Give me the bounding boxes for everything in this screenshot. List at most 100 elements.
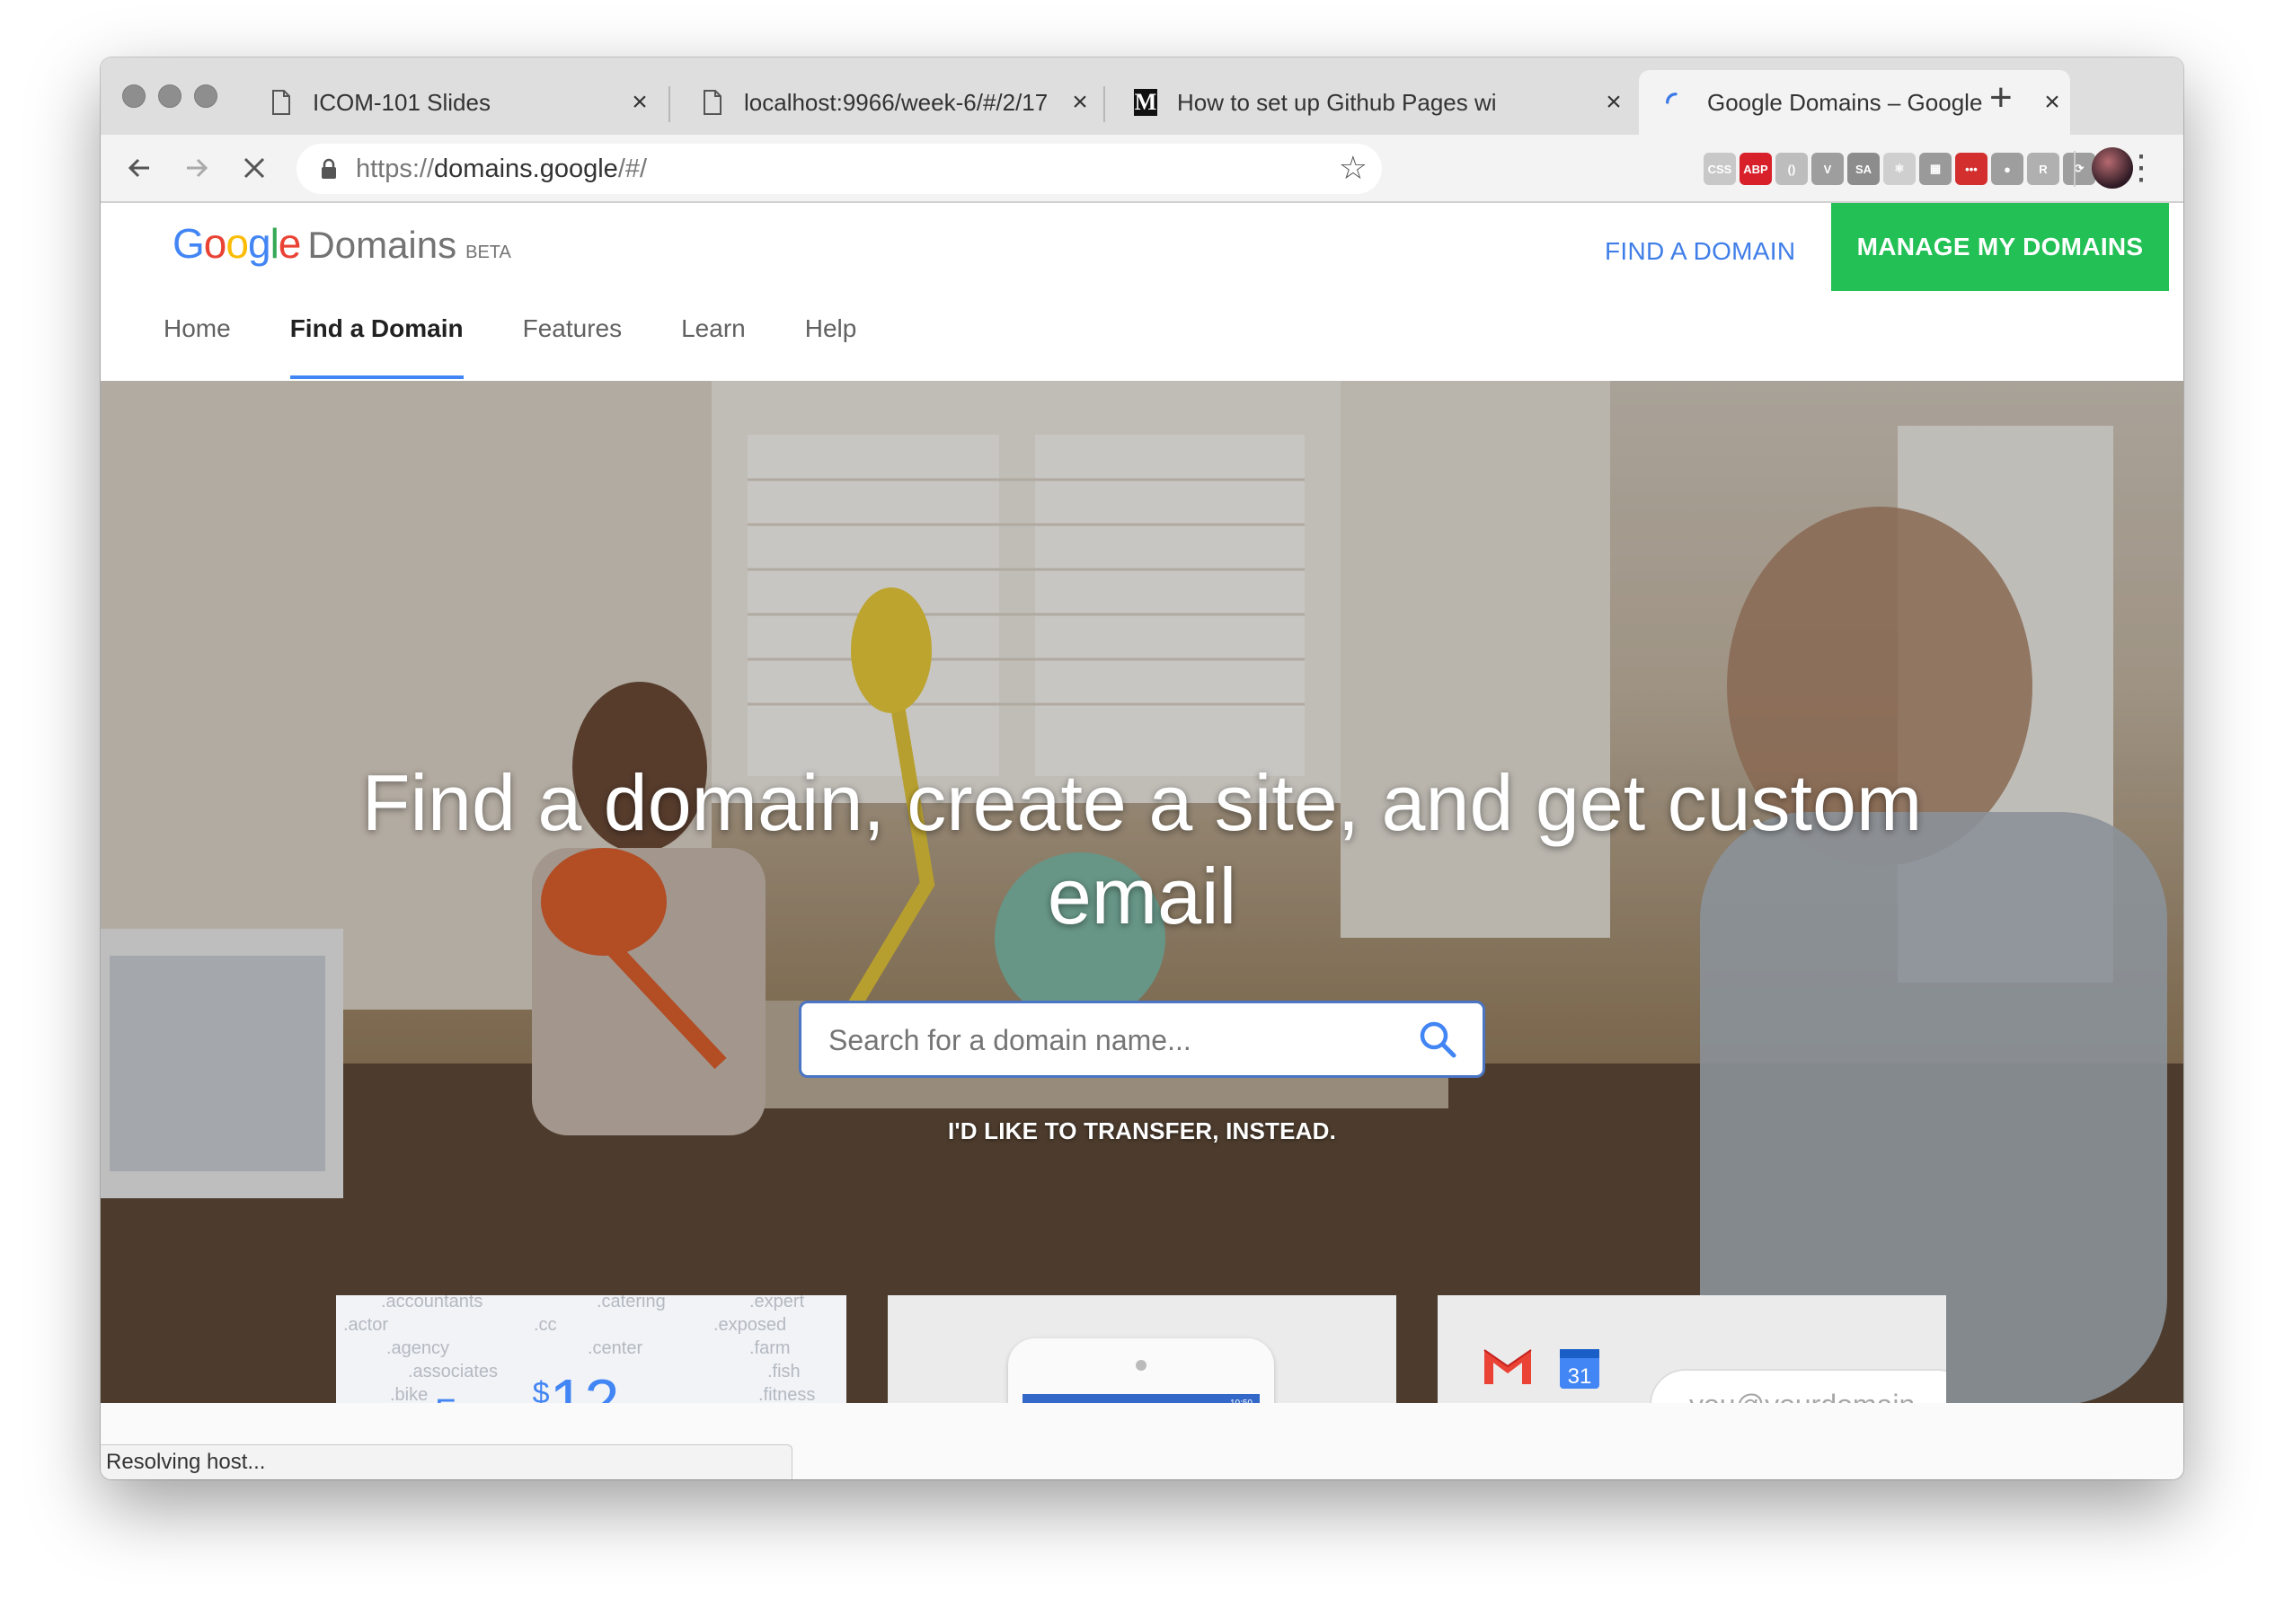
- tab-localhost[interactable]: localhost:9966/week-6/#/2/17 ×: [676, 70, 1098, 135]
- tld-label: .farm: [749, 1338, 791, 1358]
- tld-label: .accountants: [381, 1295, 483, 1311]
- tab-title: Google Domains – Google: [1707, 88, 1983, 116]
- google-logo-letter: G: [173, 220, 205, 267]
- hero-section: Find a domain, create a site, and get cu…: [101, 381, 2183, 1403]
- back-button[interactable]: [119, 147, 160, 189]
- price-period: a year: [637, 1393, 732, 1403]
- adblock-plus-icon[interactable]: ABP: [1740, 153, 1772, 185]
- lock-icon: [320, 158, 338, 184]
- tab-strip: ICOM-101 Slides × localhost:9966/week-6/…: [101, 57, 2183, 135]
- medium-letter: M: [1134, 89, 1157, 116]
- site-builder-card[interactable]: 10:50: [888, 1295, 1396, 1403]
- new-tab-button[interactable]: +: [1989, 75, 2013, 120]
- site-nav: Home Find a Domain Features Learn Help: [164, 300, 916, 381]
- browser-window: ICOM-101 Slides × localhost:9966/week-6/…: [101, 57, 2183, 1479]
- tld-label: .bike: [390, 1385, 429, 1403]
- tab-close-button[interactable]: ×: [2034, 87, 2070, 118]
- google-logo-letter: o: [203, 220, 227, 267]
- close-window-button[interactable]: [122, 84, 146, 108]
- tab-title: How to set up Github Pages wi: [1177, 88, 1497, 116]
- tab-title: ICOM-101 Slides: [313, 88, 491, 116]
- gmail-icon: [1481, 1340, 1535, 1394]
- manage-my-domains-button[interactable]: MANAGE MY DOMAINS: [1831, 203, 2169, 291]
- tab-title: localhost:9966/week-6/#/2/17: [744, 88, 1049, 116]
- page-icon: [701, 88, 724, 117]
- price-label: From $ 12 a year: [435, 1365, 732, 1403]
- tld-label: .agency: [386, 1338, 450, 1358]
- loading-spinner-icon: [1664, 88, 1687, 117]
- google-logo-letter: l: [270, 220, 279, 267]
- tld-label: .expert: [749, 1295, 805, 1311]
- code-brackets-icon[interactable]: (): [1775, 153, 1808, 185]
- browser-menu-icon[interactable]: ⋮: [2124, 147, 2158, 188]
- url-text: https://domains.google/#/: [356, 154, 647, 184]
- zoom-window-button[interactable]: [194, 84, 217, 108]
- minimize-window-button[interactable]: [158, 84, 181, 108]
- medium-icon: M: [1134, 88, 1157, 117]
- nav-home[interactable]: Home: [164, 300, 231, 381]
- logo-product-name: Domains: [307, 224, 457, 266]
- phone-camera: [1136, 1360, 1146, 1371]
- forward-button[interactable]: [176, 147, 217, 189]
- beta-badge: BETA: [465, 243, 511, 262]
- tld-label: .fish: [767, 1362, 801, 1381]
- google-logo-letter: o: [226, 220, 249, 267]
- search-icon[interactable]: [1418, 1019, 1457, 1064]
- phone-illustration: 10:50: [1008, 1338, 1274, 1403]
- tld-label: .center: [588, 1338, 643, 1358]
- email-card[interactable]: 31 you@yourdomain: [1438, 1295, 1946, 1403]
- lastpass-icon[interactable]: •••: [1955, 153, 1987, 185]
- url-scheme: https://: [356, 154, 435, 183]
- nav-help[interactable]: Help: [805, 300, 857, 381]
- sync-icon[interactable]: ⟳: [2063, 153, 2095, 185]
- url-path: /#/: [617, 154, 648, 183]
- phone-status-bar: 10:50: [1022, 1394, 1260, 1403]
- google-logo-letter: g: [247, 220, 271, 267]
- calendar-icon: 31: [1553, 1342, 1607, 1396]
- tld-label: .fitness: [758, 1385, 816, 1403]
- tld-label: .actor: [343, 1315, 389, 1335]
- extension-r-icon[interactable]: R: [2027, 153, 2059, 185]
- tab-separator: [668, 86, 670, 122]
- price-from: From: [435, 1393, 515, 1403]
- pages-icon[interactable]: ▦: [1919, 153, 1952, 185]
- css-viewer-icon[interactable]: CSS: [1704, 153, 1736, 185]
- domain-search-box: [799, 1001, 1485, 1078]
- tab-close-button[interactable]: ×: [1596, 87, 1632, 118]
- find-a-domain-link[interactable]: FIND A DOMAIN: [1605, 237, 1795, 266]
- address-bar[interactable]: https://domains.google/#/ ☆: [297, 144, 1382, 194]
- custom-email-example: you@yourdomain: [1650, 1369, 1946, 1403]
- google-wordmark: Google: [173, 219, 302, 268]
- nav-learn[interactable]: Learn: [681, 300, 746, 381]
- sa-icon[interactable]: SA: [1847, 153, 1880, 185]
- domain-search-input[interactable]: [828, 1019, 1385, 1061]
- google-domains-logo[interactable]: Google Domains BETA: [173, 219, 511, 268]
- url-host: domains.google: [434, 154, 618, 183]
- hero-headline: Find a domain, create a site, and get cu…: [361, 758, 1923, 940]
- page-icon: [270, 88, 293, 117]
- tab-github-pages[interactable]: M How to set up Github Pages wi ×: [1109, 70, 1632, 135]
- tld-label: .cc: [534, 1315, 557, 1335]
- site-header: Google Domains BETA FIND A DOMAIN MANAGE…: [101, 203, 2183, 381]
- toolbar-separator: [2074, 151, 2076, 187]
- phone-screen: 10:50: [1022, 1394, 1260, 1403]
- tomato-timer-icon[interactable]: ●: [1991, 153, 2023, 185]
- tab-separator: [1103, 86, 1105, 122]
- google-logo-letter: e: [278, 220, 302, 267]
- tld-label: .catering: [597, 1295, 666, 1311]
- nav-find-a-domain[interactable]: Find a Domain: [289, 300, 464, 381]
- bookmark-star-icon[interactable]: ☆: [1339, 149, 1368, 187]
- tab-close-button[interactable]: ×: [622, 87, 658, 118]
- transfer-domain-link[interactable]: I'D LIKE TO TRANSFER, INSTEAD.: [101, 1117, 2183, 1145]
- vue-devtools-icon[interactable]: V: [1811, 153, 1844, 185]
- tld-label: .exposed: [713, 1315, 787, 1335]
- tab-icom-slides[interactable]: ICOM-101 Slides ×: [244, 70, 658, 135]
- stop-loading-button[interactable]: [234, 147, 275, 189]
- browser-status-bar: Resolving host...: [101, 1444, 792, 1479]
- react-devtools-icon[interactable]: ⚛: [1883, 153, 1916, 185]
- tab-close-button[interactable]: ×: [1062, 87, 1098, 118]
- price-amount: 12: [549, 1366, 620, 1403]
- nav-features[interactable]: Features: [523, 300, 623, 381]
- calendar-day: 31: [1568, 1364, 1592, 1389]
- pricing-card[interactable]: .accountants .catering .expert .actor .cc .ex…: [336, 1295, 846, 1403]
